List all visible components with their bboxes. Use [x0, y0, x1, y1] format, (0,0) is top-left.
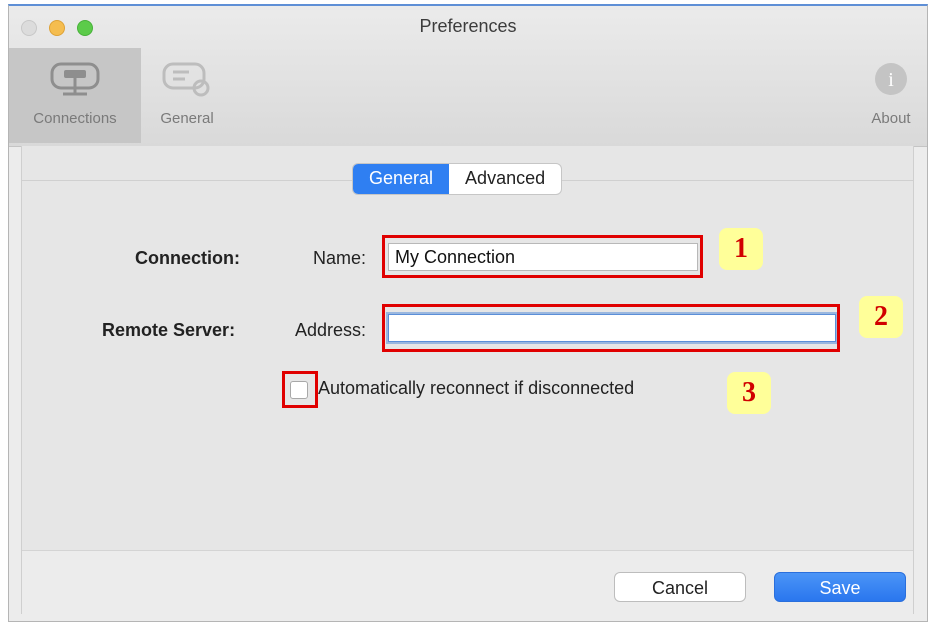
save-button[interactable]: Save	[774, 572, 906, 602]
window-title: Preferences	[419, 16, 517, 36]
reconnect-label: Automatically reconnect if disconnected	[318, 378, 635, 398]
address-field[interactable]	[388, 314, 836, 342]
tab-segmented-control: General Advanced	[352, 163, 563, 195]
address-label: Address:	[295, 320, 367, 340]
toolbar-connections[interactable]: Connections	[9, 48, 141, 143]
toolbar-connections-label: Connections	[33, 110, 117, 127]
connection-section-label: Connection:	[135, 248, 240, 268]
title-bar: Preferences Connections General i About	[9, 6, 927, 147]
cancel-button[interactable]: Cancel	[614, 572, 746, 602]
preferences-content: General Advanced Connection: Name: 1 Rem…	[21, 146, 914, 614]
name-field[interactable]	[388, 243, 698, 271]
callout-2: 2	[859, 296, 903, 338]
name-label: Name:	[313, 248, 367, 268]
info-icon: i	[875, 63, 907, 95]
remote-server-section-label: Remote Server:	[102, 320, 236, 340]
general-settings-icon	[162, 62, 210, 97]
callout-1: 1	[719, 228, 763, 270]
callout-3: 3	[727, 372, 771, 414]
toolbar-about[interactable]: i About	[861, 48, 921, 143]
toolbar-about-label: About	[871, 110, 911, 127]
tab-advanced[interactable]: Advanced	[449, 164, 561, 194]
toolbar-general[interactable]: General	[147, 48, 227, 143]
tab-general[interactable]: General	[353, 164, 450, 194]
preferences-window: Preferences Connections General i About …	[8, 4, 928, 622]
svg-text:i: i	[888, 69, 894, 91]
toolbar-general-label: General	[160, 110, 214, 127]
reconnect-checkbox[interactable]	[290, 381, 308, 399]
footer: Cancel Save	[22, 551, 913, 614]
connections-icon	[50, 62, 100, 96]
